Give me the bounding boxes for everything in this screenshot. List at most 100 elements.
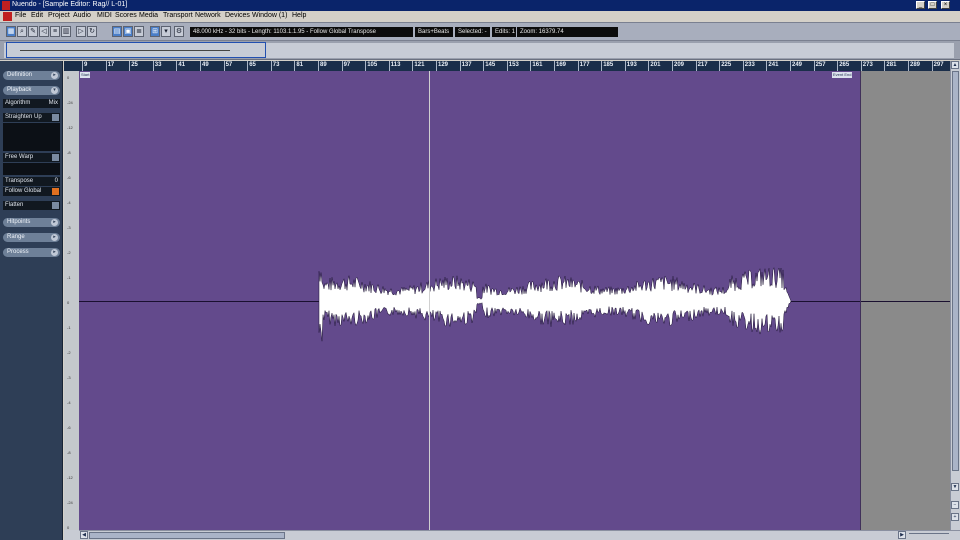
scroll-down-icon[interactable]: ▼ (951, 483, 959, 491)
close-button[interactable]: × (941, 1, 950, 9)
zoom-out-vertical-icon[interactable]: − (951, 501, 959, 509)
definition-section[interactable]: Definition ▸ (3, 71, 60, 80)
show-regions-icon[interactable]: ▣ (123, 26, 133, 37)
event-end-marker[interactable]: Event End (832, 72, 853, 78)
playback-section[interactable]: Playback ▾ (3, 86, 60, 95)
ruler-tick-line (648, 61, 650, 71)
horizontal-scroll-thumb[interactable] (89, 532, 285, 539)
snap-menu-icon[interactable]: ▾ (161, 26, 171, 37)
menu-audio[interactable]: Audio (73, 12, 91, 19)
ruler-tick-line (341, 61, 343, 71)
ruler-tick-label: 121 (414, 62, 425, 68)
ruler-tick-label: 297 (933, 62, 944, 68)
ruler-tick-line (530, 61, 532, 71)
waveform-display[interactable]: Start Event End (79, 71, 950, 530)
free-warp-row[interactable]: Free Warp (3, 153, 60, 162)
ruler-tick-label: 33 (154, 62, 162, 68)
warp-tool-icon[interactable]: ▥ (61, 26, 71, 37)
overview-line[interactable] (0, 41, 960, 60)
flatten-row[interactable]: Flatten (3, 201, 60, 210)
scroll-right-icon[interactable]: ▶ (898, 531, 906, 539)
zoom-in-vertical-icon[interactable]: + (951, 513, 959, 521)
range-section[interactable]: Range ▸ (3, 233, 60, 242)
object-select-tool-icon[interactable]: ▦ (6, 26, 16, 37)
ruler-tick-label: 97 (343, 62, 351, 68)
scale-label: -2 (67, 250, 71, 255)
scale-label: -4 (67, 400, 71, 405)
menu-file[interactable]: File (15, 12, 26, 19)
menu-media[interactable]: Media (139, 12, 158, 19)
scrub-tool-icon[interactable]: ≡ (50, 26, 60, 37)
free-warp-toggle-icon[interactable] (52, 154, 59, 161)
loop-button-icon[interactable]: ↻ (87, 26, 97, 37)
algorithm-row[interactable]: Algorithm Mix (3, 99, 60, 108)
selected-display: Selected: - (455, 27, 490, 37)
overview-view-rectangle[interactable] (6, 42, 266, 58)
follow-global-toggle-icon[interactable] (52, 188, 59, 195)
scroll-corner (64, 530, 79, 540)
straighten-up-row[interactable]: Straighten Up (3, 113, 60, 122)
show-event-icon[interactable]: ▤ (112, 26, 122, 37)
app-menu-icon[interactable] (3, 12, 12, 21)
scroll-left-icon[interactable]: ◀ (80, 531, 88, 539)
scale-label: -3 (67, 225, 71, 230)
horizontal-zoom-slider[interactable] (909, 533, 949, 538)
timeline-ruler[interactable]: 9 17 25 33 41 49 57 65 73 81 89 97 105 113 121 129 137 14… (79, 61, 950, 71)
ruler-tick-line (152, 61, 154, 71)
ruler-tick-line (483, 61, 485, 71)
ruler-tick-label: 233 (744, 62, 755, 68)
autoscroll-icon[interactable]: ≣ (134, 26, 144, 37)
maximize-button[interactable]: □ (928, 1, 937, 9)
play-tool-icon[interactable]: ◁ (39, 26, 49, 37)
menu-transport[interactable]: Transport (163, 12, 193, 19)
ruler-tick-label: 25 (131, 62, 138, 68)
follow-global-row[interactable]: Follow Global (3, 187, 60, 196)
horizontal-scrollbar[interactable]: ◀ ▶ (79, 530, 960, 540)
ruler-tick-label: 145 (485, 62, 496, 68)
ruler-tick-label: 73 (272, 62, 280, 68)
snap-button-icon[interactable]: ⊞ (150, 26, 160, 37)
ruler-tick-line (554, 61, 555, 71)
vertical-scrollbar[interactable]: ▲ ▼ − + (950, 61, 960, 530)
event-start-marker[interactable]: Start (80, 72, 91, 78)
minimize-button[interactable]: _ (916, 1, 925, 9)
project-cursor[interactable] (429, 71, 430, 530)
menu-project[interactable]: Project (48, 12, 70, 19)
vertical-scroll-thumb[interactable] (952, 71, 959, 471)
play-button-icon[interactable]: ▷ (76, 26, 86, 37)
menu-window[interactable]: Window (1) (252, 12, 287, 19)
ruler-tick-line (742, 61, 744, 71)
hitpoints-section[interactable]: Hitpoints ▸ (3, 218, 60, 227)
ruler-tick-label: 9 (84, 62, 88, 68)
transpose-value[interactable]: 0 (55, 177, 58, 186)
ruler-tick-label: 105 (367, 62, 378, 68)
scale-label: -6 (67, 175, 71, 180)
menu-network[interactable]: Network (195, 12, 221, 19)
menu-midi[interactable]: MIDI (97, 12, 112, 19)
tool-settings-icon[interactable]: ⚙ (174, 26, 184, 37)
time-format-display[interactable]: Bars+Beats (415, 27, 453, 37)
ruler-tick-line (270, 61, 272, 71)
scale-label: -24 (67, 500, 73, 505)
flatten-toggle-icon[interactable] (52, 202, 59, 209)
menu-scores[interactable]: Scores (115, 12, 137, 19)
audio-waveform (318, 267, 792, 342)
pencil-tool-icon[interactable]: ✎ (28, 26, 38, 37)
transpose-row[interactable]: Transpose 0 (3, 177, 60, 186)
straighten-up-toggle-icon[interactable] (52, 114, 59, 121)
process-section[interactable]: Process ▸ (3, 248, 60, 257)
menu-devices[interactable]: Devices (225, 12, 250, 19)
scroll-up-icon[interactable]: ▲ (951, 61, 959, 69)
ruler-tick-line (908, 61, 909, 71)
ruler-tick-label: 273 (862, 62, 873, 68)
ruler-tick-label: 49 (202, 62, 209, 68)
ruler-tick-line (624, 61, 626, 71)
expand-icon: ▸ (51, 219, 58, 226)
ruler-tick-line (577, 61, 579, 71)
zoom-tool-icon[interactable]: ⌕ (17, 26, 27, 37)
menu-edit[interactable]: Edit (31, 12, 43, 19)
ruler-tick-label: 169 (556, 62, 567, 68)
scale-label: -12 (67, 125, 73, 130)
menu-help[interactable]: Help (292, 12, 306, 19)
scale-label: -24 (67, 100, 73, 105)
